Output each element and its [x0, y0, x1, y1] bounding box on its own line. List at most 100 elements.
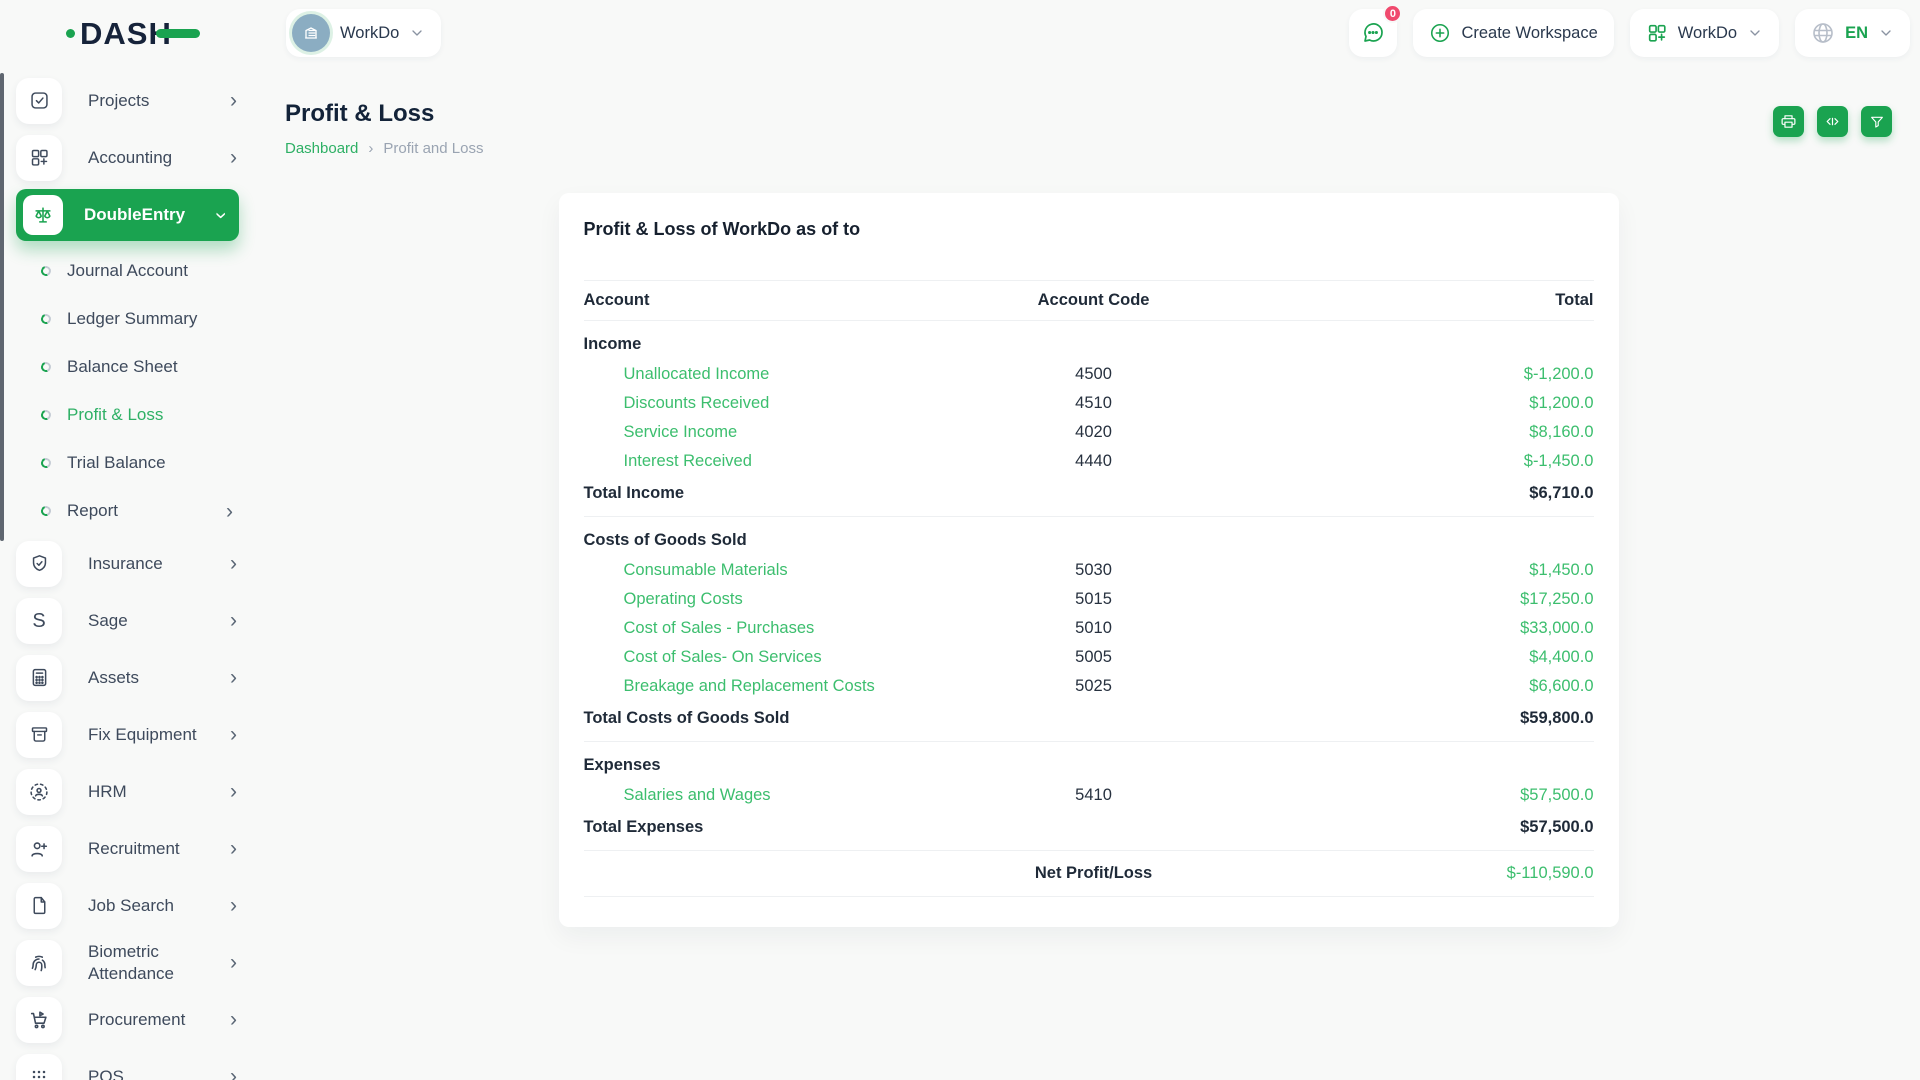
net-profit-row: Net Profit/Loss$-110,590.0	[584, 851, 1594, 897]
bullet-icon	[39, 264, 52, 277]
total-value: $59,800.0	[1240, 701, 1594, 742]
filter-button[interactable]	[1861, 106, 1892, 137]
total-label: Total Costs of Goods Sold	[584, 701, 948, 742]
bullet-icon	[39, 504, 52, 517]
account-link[interactable]: Interest Received	[624, 452, 752, 470]
sidebar-item-label: Fix Equipment	[88, 724, 230, 745]
language-dropdown[interactable]: EN	[1795, 9, 1910, 57]
account-code: 5410	[947, 781, 1240, 810]
section-title: Income	[584, 321, 948, 361]
account-total: $17,250.0	[1240, 585, 1594, 614]
sidebar-item-accounting[interactable]: Accounting›	[0, 129, 255, 186]
dots-grid-icon	[16, 1054, 62, 1080]
sidebar-item-fix-equipment[interactable]: Fix Equipment›	[0, 706, 255, 763]
account-link[interactable]: Breakage and Replacement Costs	[624, 677, 875, 695]
report-toolbar	[1773, 106, 1892, 137]
breadcrumb-dashboard-link[interactable]: Dashboard	[285, 140, 358, 157]
account-link[interactable]: Consumable Materials	[624, 561, 788, 579]
sidebar-item-trial-balance[interactable]: Trial Balance	[0, 439, 255, 487]
net-profit-value: $-110,590.0	[1240, 851, 1594, 897]
account-total: $1,200.0	[1240, 389, 1594, 418]
account-link[interactable]: Cost of Sales- On Services	[624, 648, 822, 666]
sidebar-item-report[interactable]: Report›	[0, 487, 255, 535]
account-link[interactable]: Salaries and Wages	[624, 786, 771, 804]
account-code: 4500	[947, 360, 1240, 389]
account-code: 5010	[947, 614, 1240, 643]
checkbox-icon	[16, 78, 62, 124]
sidebar-subitem-label: Balance Sheet	[67, 357, 233, 377]
sidebar-subitem-label: Profit & Loss	[67, 405, 233, 425]
account-link[interactable]: Operating Costs	[624, 590, 743, 608]
main-content: Profit & Loss Dashboard › Profit and Los…	[255, 60, 1920, 1080]
account-code: 4020	[947, 418, 1240, 447]
account-code: 4510	[947, 389, 1240, 418]
total-row: Total Costs of Goods Sold $59,800.0	[584, 701, 1594, 742]
chevron-right-icon: ›	[230, 667, 237, 688]
account-link[interactable]: Unallocated Income	[624, 365, 770, 383]
sidebar-item-pos[interactable]: POS›	[0, 1048, 255, 1080]
sidebar-item-projects[interactable]: Projects›	[0, 72, 255, 129]
sidebar-item-journal-account[interactable]: Journal Account	[0, 247, 255, 295]
shield-icon	[16, 541, 62, 587]
total-row: Total Income$6,710.0	[584, 476, 1594, 517]
total-value: $6,710.0	[1240, 476, 1594, 517]
export-button[interactable]	[1817, 106, 1848, 137]
chevron-right-icon: ›	[226, 501, 233, 522]
sidebar-item-biometric-attendance[interactable]: Biometric Attendance›	[0, 934, 255, 991]
chevron-right-icon: ›	[230, 147, 237, 168]
sidebar-item-hrm[interactable]: HRM›	[0, 763, 255, 820]
sidebar-item-assets[interactable]: Assets›	[0, 649, 255, 706]
document-icon	[16, 883, 62, 929]
app-switcher-dropdown[interactable]: WorkDo	[1630, 9, 1779, 57]
sidebar-scrollbar[interactable]	[0, 73, 4, 541]
sidebar-subitem-label: Journal Account	[67, 261, 233, 281]
account-link[interactable]: Cost of Sales - Purchases	[624, 619, 815, 637]
sidebar-item-balance-sheet[interactable]: Balance Sheet	[0, 343, 255, 391]
sidebar-item-procurement[interactable]: Procurement›	[0, 991, 255, 1048]
sidebar-item-label: Job Search	[88, 895, 230, 916]
chevron-right-icon: ›	[230, 1009, 237, 1030]
sidebar-item-label: POS	[88, 1066, 230, 1080]
logo[interactable]: DASH	[66, 18, 256, 49]
chat-icon	[1361, 21, 1385, 45]
bullet-icon	[39, 456, 52, 469]
cart-icon	[16, 997, 62, 1043]
account-row: Operating Costs 5015$17,250.0	[584, 585, 1594, 614]
bullet-icon	[39, 360, 52, 373]
sidebar-item-label: Assets	[88, 667, 230, 688]
sidebar-item-recruitment[interactable]: Recruitment›	[0, 820, 255, 877]
create-workspace-button[interactable]: Create Workspace	[1413, 9, 1613, 57]
account-total: $1,450.0	[1240, 556, 1594, 585]
account-row: Unallocated Income4500$-1,200.0	[584, 360, 1594, 389]
sidebar-item-job-search[interactable]: Job Search›	[0, 877, 255, 934]
globe-icon	[1811, 21, 1835, 45]
account-total: $8,160.0	[1240, 418, 1594, 447]
sidebar-item-label: Accounting	[88, 147, 230, 168]
sidebar-item-doubleentry[interactable]: DoubleEntry›	[16, 189, 239, 241]
workspace-selector[interactable]: WorkDo	[286, 9, 441, 57]
account-code: 5015	[947, 585, 1240, 614]
sidebar-item-insurance[interactable]: Insurance›	[0, 535, 255, 592]
sidebar-item-label: Insurance	[88, 553, 230, 574]
workspace-avatar	[292, 14, 330, 52]
workspace-name: WorkDo	[340, 24, 399, 43]
chevron-right-icon: ›	[230, 838, 237, 859]
account-total: $-1,450.0	[1240, 447, 1594, 476]
sidebar-item-profit-loss[interactable]: Profit & Loss	[0, 391, 255, 439]
grid-plus-icon	[16, 135, 62, 181]
account-row: Cost of Sales- On Services5005$4,400.0	[584, 643, 1594, 672]
sidebar-item-sage[interactable]: SSage›	[0, 592, 255, 649]
plus-circle-icon	[1429, 22, 1451, 44]
section-header-row: Costs of Goods Sold	[584, 517, 1594, 557]
print-button[interactable]	[1773, 106, 1804, 137]
account-row: Breakage and Replacement Costs5025$6,600…	[584, 672, 1594, 701]
account-link[interactable]: Discounts Received	[624, 394, 770, 412]
column-header-account-code: Account Code	[947, 281, 1240, 321]
sidebar-item-ledger-summary[interactable]: Ledger Summary	[0, 295, 255, 343]
app-switcher-label: WorkDo	[1678, 24, 1737, 43]
messages-button[interactable]: 0	[1349, 9, 1397, 57]
chevron-down-icon	[409, 25, 425, 41]
account-link[interactable]: Service Income	[624, 423, 738, 441]
account-total: $57,500.0	[1240, 781, 1594, 810]
chevron-right-icon: ›	[230, 610, 237, 631]
